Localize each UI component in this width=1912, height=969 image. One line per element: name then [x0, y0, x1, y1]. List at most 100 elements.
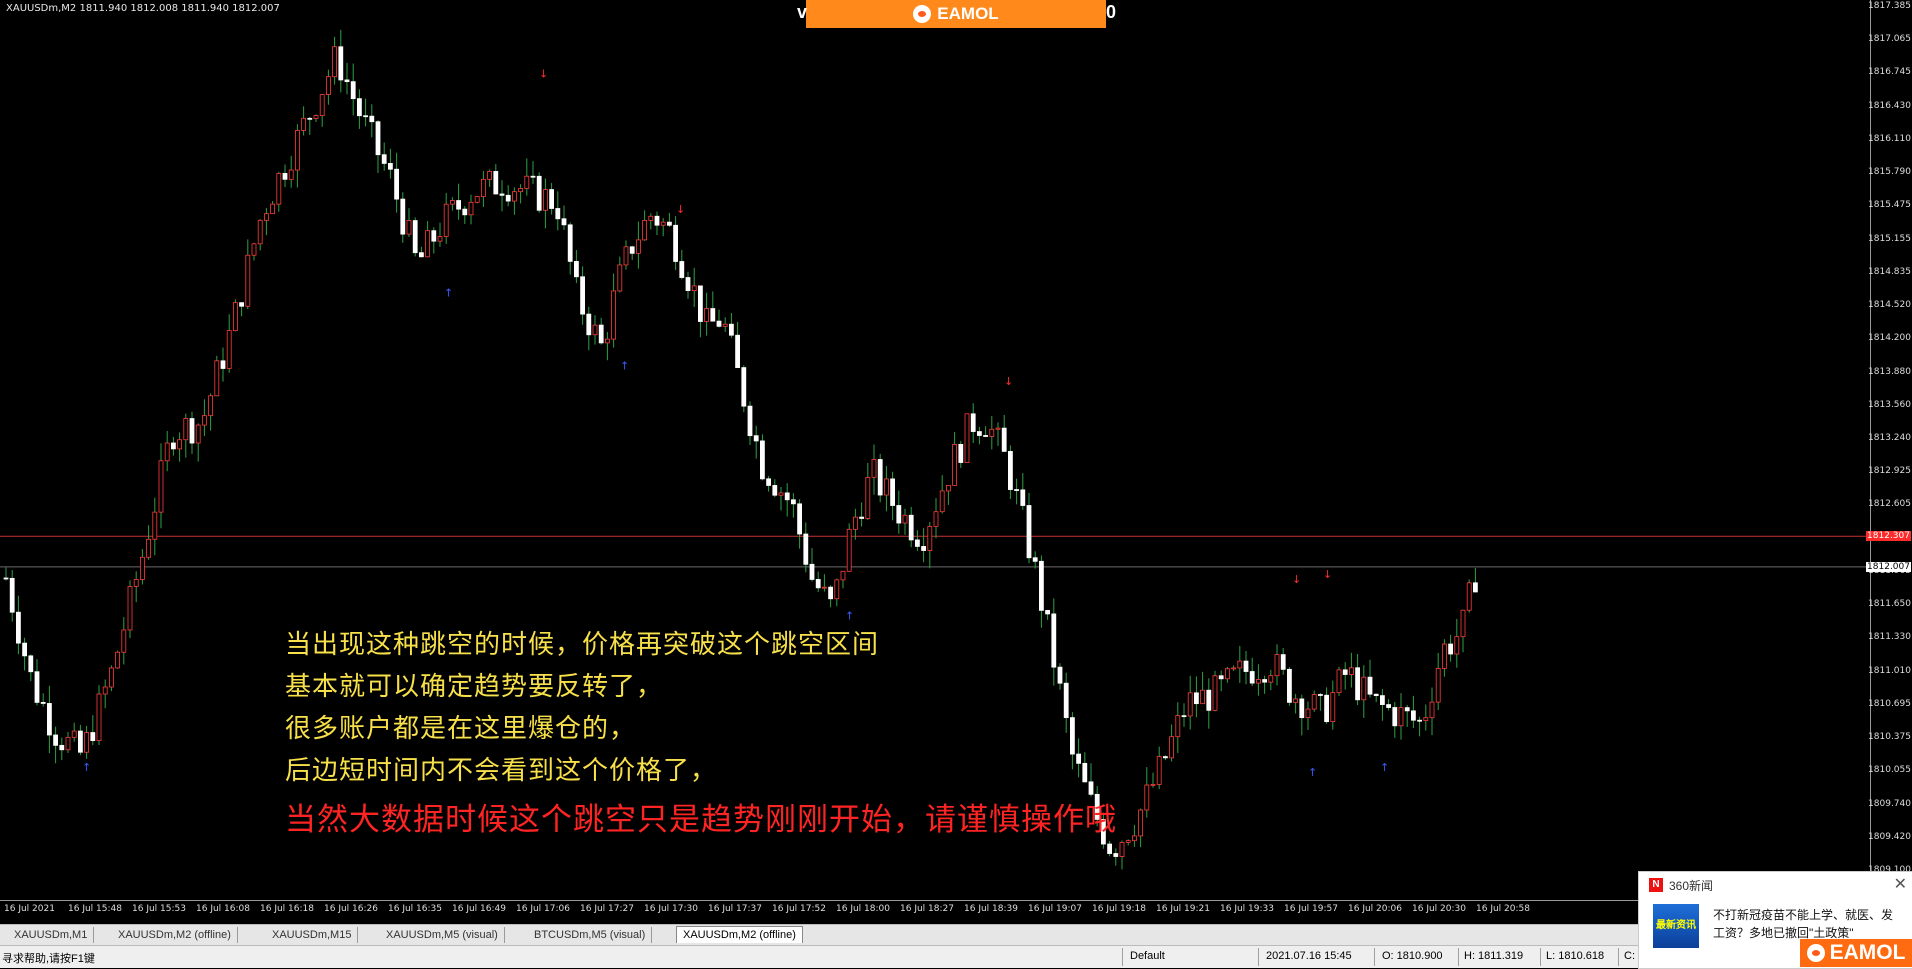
candle: [189, 411, 195, 455]
candle: [536, 172, 542, 213]
candle: [251, 242, 257, 261]
candle: [797, 499, 802, 549]
news-thumbnail[interactable]: 最新资讯: [1653, 904, 1699, 948]
chart-area[interactable]: ↑ ↑ ↑ ↑ ↑ ↑ ↓ ↓ ↓ ↓ ↓ XAUUSDm,M2 1811.940 1812.008…: [0, 0, 1870, 900]
candle: [152, 497, 158, 556]
candle: [933, 498, 939, 539]
candle: [642, 210, 647, 241]
price-tick-label: 1810.695: [1868, 698, 1911, 709]
candle: [822, 574, 827, 592]
candle: [34, 659, 40, 706]
candle: [381, 142, 387, 171]
chart-tab[interactable]: BTCUSDm,M5 (visual): [528, 927, 653, 943]
candle: [586, 306, 592, 351]
price-tick-label: 1817.065: [1868, 34, 1911, 45]
candle: [1138, 808, 1143, 848]
buy-signal-arrow-icon: ↑: [82, 761, 91, 774]
candle: [939, 475, 945, 514]
price-tick-label: 1815.790: [1868, 167, 1911, 178]
status-divider: [1258, 948, 1259, 966]
candle: [660, 218, 666, 237]
candle: [208, 393, 214, 431]
candle: [1225, 666, 1230, 683]
candle: [983, 426, 988, 437]
price-tick-label: 1813.560: [1868, 399, 1911, 410]
caption-line-5: 当然大数据时候这个跳空只是趋势刚刚开始，请谨慎操作哦: [285, 802, 1117, 838]
candle: [648, 213, 654, 230]
status-profile[interactable]: Default: [1130, 950, 1165, 962]
candle: [698, 285, 703, 338]
candle: [1318, 692, 1323, 711]
price-tick-label: 1816.430: [1868, 100, 1911, 111]
candle: [915, 530, 920, 551]
candle: [946, 485, 951, 505]
chart-tab[interactable]: XAUUSDm,M2 (offline): [112, 927, 238, 943]
sell-signal-arrow-icon: ↓: [539, 67, 548, 80]
status-divider: [1458, 948, 1459, 966]
candle: [1057, 663, 1063, 690]
candle: [1150, 772, 1156, 788]
candle: [828, 585, 833, 608]
candle: [84, 725, 89, 759]
candle: [505, 185, 511, 207]
candle: [1454, 618, 1460, 668]
candle: [834, 578, 840, 607]
price-axis[interactable]: 1817.385 1817.065 1816.745 1816.430 1816.110…: [1866, 0, 1912, 900]
candle: [1274, 644, 1280, 686]
candle: [71, 722, 77, 742]
candle: [493, 164, 499, 195]
candle: [1125, 839, 1131, 846]
candle: [9, 570, 15, 622]
news-headline[interactable]: 不打新冠疫苗不能上学、就医、发工资？多地已撤回"土政策": [1713, 906, 1903, 942]
candle: [567, 222, 573, 275]
candle: [1299, 694, 1305, 736]
candle: [1466, 579, 1472, 613]
candle: [853, 508, 858, 540]
candle: [1070, 712, 1075, 770]
time-tick-label: 16 Jul 16:08: [196, 904, 250, 914]
buy-signal-arrow-icon: ↑: [620, 359, 629, 372]
buy-signal-arrow-icon: ↑: [1380, 761, 1389, 774]
chart-tab[interactable]: XAUUSDm,M5 (visual): [380, 927, 505, 943]
time-axis[interactable]: 16 Jul 2021 16 Jul 15:48 16 Jul 15:53 16 Ju…: [0, 900, 1870, 919]
candle: [1032, 551, 1038, 569]
candle: [1380, 689, 1385, 721]
candle: [815, 571, 821, 593]
chart-tab[interactable]: XAUUSDm,M1: [8, 927, 95, 943]
candle: [1237, 645, 1243, 683]
title-fragment-left: v: [797, 2, 808, 22]
buy-signal-arrow-icon: ↑: [444, 286, 453, 299]
candle: [555, 191, 561, 231]
candle: [809, 548, 815, 582]
price-tick-label: 1810.375: [1868, 732, 1911, 743]
price-tick-label: 1811.650: [1868, 599, 1911, 610]
candle: [1305, 701, 1311, 730]
candle: [239, 302, 245, 317]
candle: [245, 239, 251, 310]
time-tick-label: 16 Jul 16:35: [388, 904, 442, 914]
candle: [1175, 702, 1181, 754]
eamol-logo-text: EAMOL: [937, 4, 999, 23]
chart-tab[interactable]: XAUUSDm,M2 (offline): [676, 926, 803, 943]
time-tick-label: 16 Jul 17:06: [516, 904, 570, 914]
candle: [164, 430, 170, 472]
candle: [735, 321, 740, 369]
candle: [78, 724, 83, 756]
candle: [195, 423, 201, 462]
candle: [654, 211, 660, 235]
candle: [1020, 473, 1026, 510]
eamol-logo-icon: [913, 5, 932, 23]
candle: [139, 549, 145, 585]
candle: [319, 94, 325, 127]
candle: [282, 164, 288, 188]
candle: [1404, 705, 1410, 727]
time-tick-label: 16 Jul 15:48: [68, 904, 122, 914]
candle: [1355, 654, 1360, 705]
close-icon[interactable]: ✕: [1894, 874, 1907, 894]
chart-tab[interactable]: XAUUSDm,M15: [266, 927, 359, 943]
candle: [592, 315, 598, 345]
candle: [1473, 567, 1478, 593]
candle: [729, 313, 734, 338]
candlestick-chart[interactable]: ↑ ↑ ↑ ↑ ↑ ↑ ↓ ↓ ↓ ↓ ↓: [0, 0, 1870, 900]
candle: [1293, 693, 1298, 714]
